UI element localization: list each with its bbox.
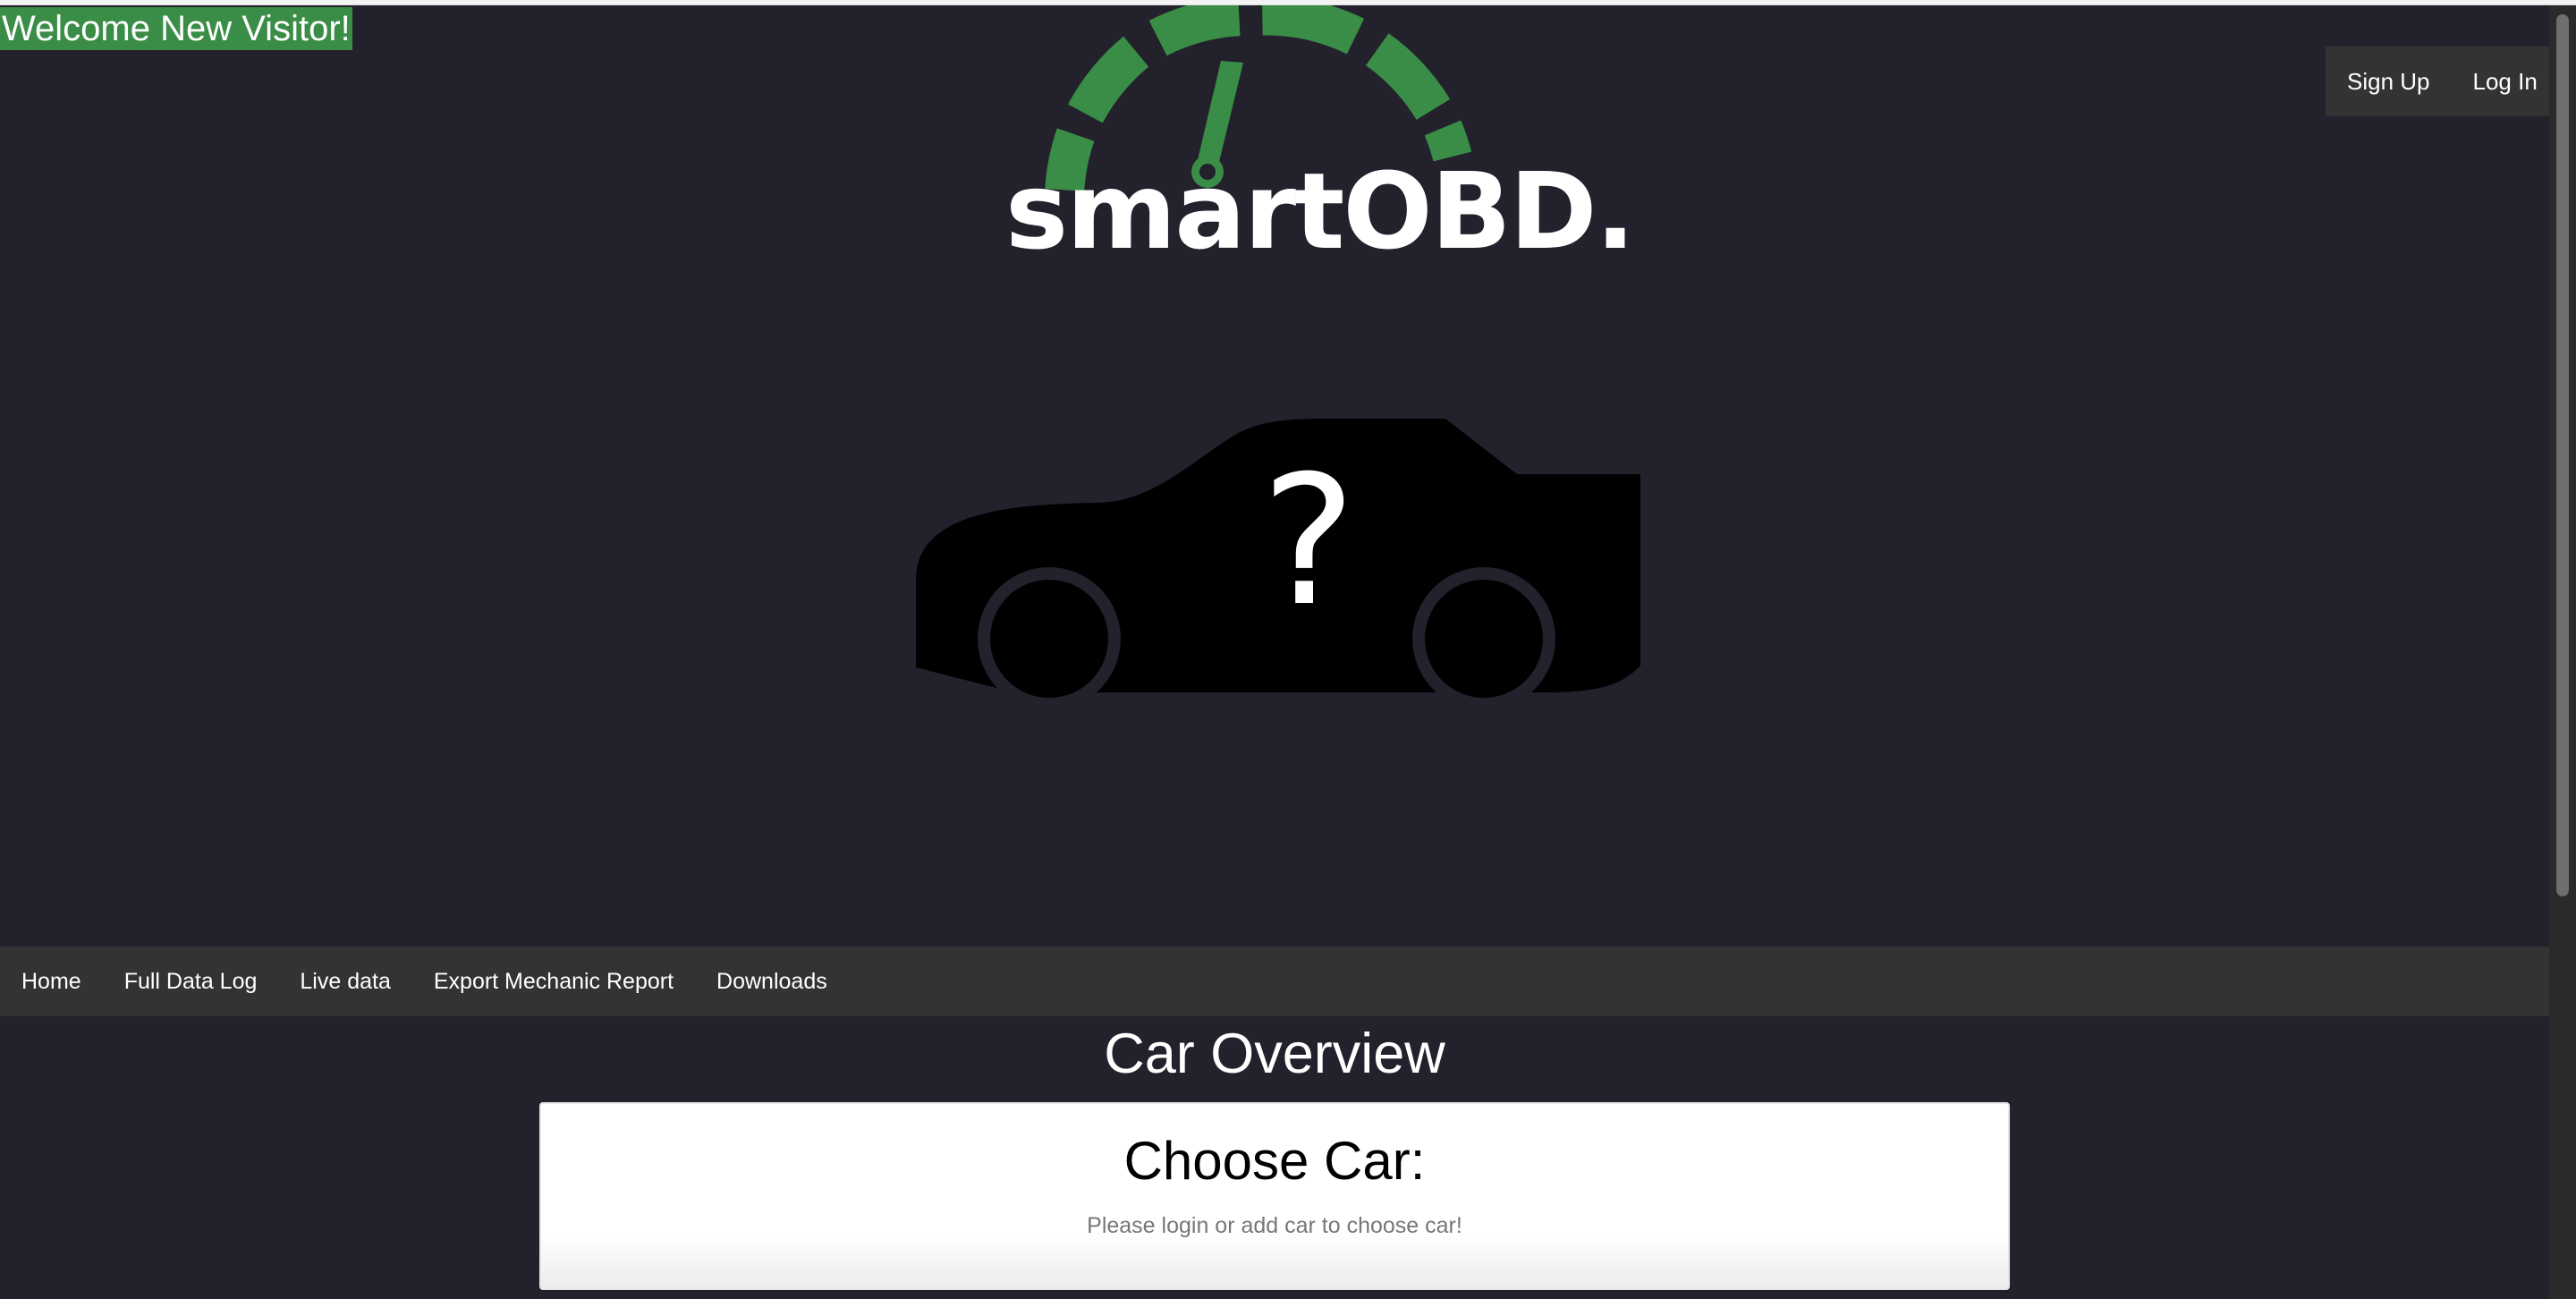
scrollbar-thumb[interactable] (2556, 14, 2569, 896)
nav-export-mechanic-report[interactable]: Export Mechanic Report (412, 947, 695, 1016)
nav-live-data[interactable]: Live data (278, 947, 411, 1016)
choose-car-card: Choose Car: Please login or add car to c… (539, 1102, 2010, 1290)
choose-car-title: Choose Car: (1123, 1131, 1426, 1191)
auth-bar: Sign Up Log In (2326, 47, 2549, 116)
page: Welcome New Visitor! Sign Up Log In smar… (0, 5, 2549, 1299)
nav-full-data-log[interactable]: Full Data Log (103, 947, 279, 1016)
logo-text: smartOBD. (1005, 149, 1635, 273)
nav-home[interactable]: Home (0, 947, 103, 1016)
nav-downloads[interactable]: Downloads (695, 947, 849, 1016)
login-link[interactable]: Log In (2452, 47, 2550, 116)
page-title: Car Overview (1104, 1023, 1445, 1085)
welcome-banner: Welcome New Visitor! (0, 7, 352, 50)
main-nav: Home Full Data Log Live data Export Mech… (0, 947, 2549, 1016)
choose-car-hint: Please login or add car to choose car! (1087, 1213, 1462, 1238)
signup-link[interactable]: Sign Up (2326, 47, 2452, 116)
question-mark: ? (1261, 437, 1357, 646)
scrollbar[interactable] (2549, 5, 2576, 1299)
